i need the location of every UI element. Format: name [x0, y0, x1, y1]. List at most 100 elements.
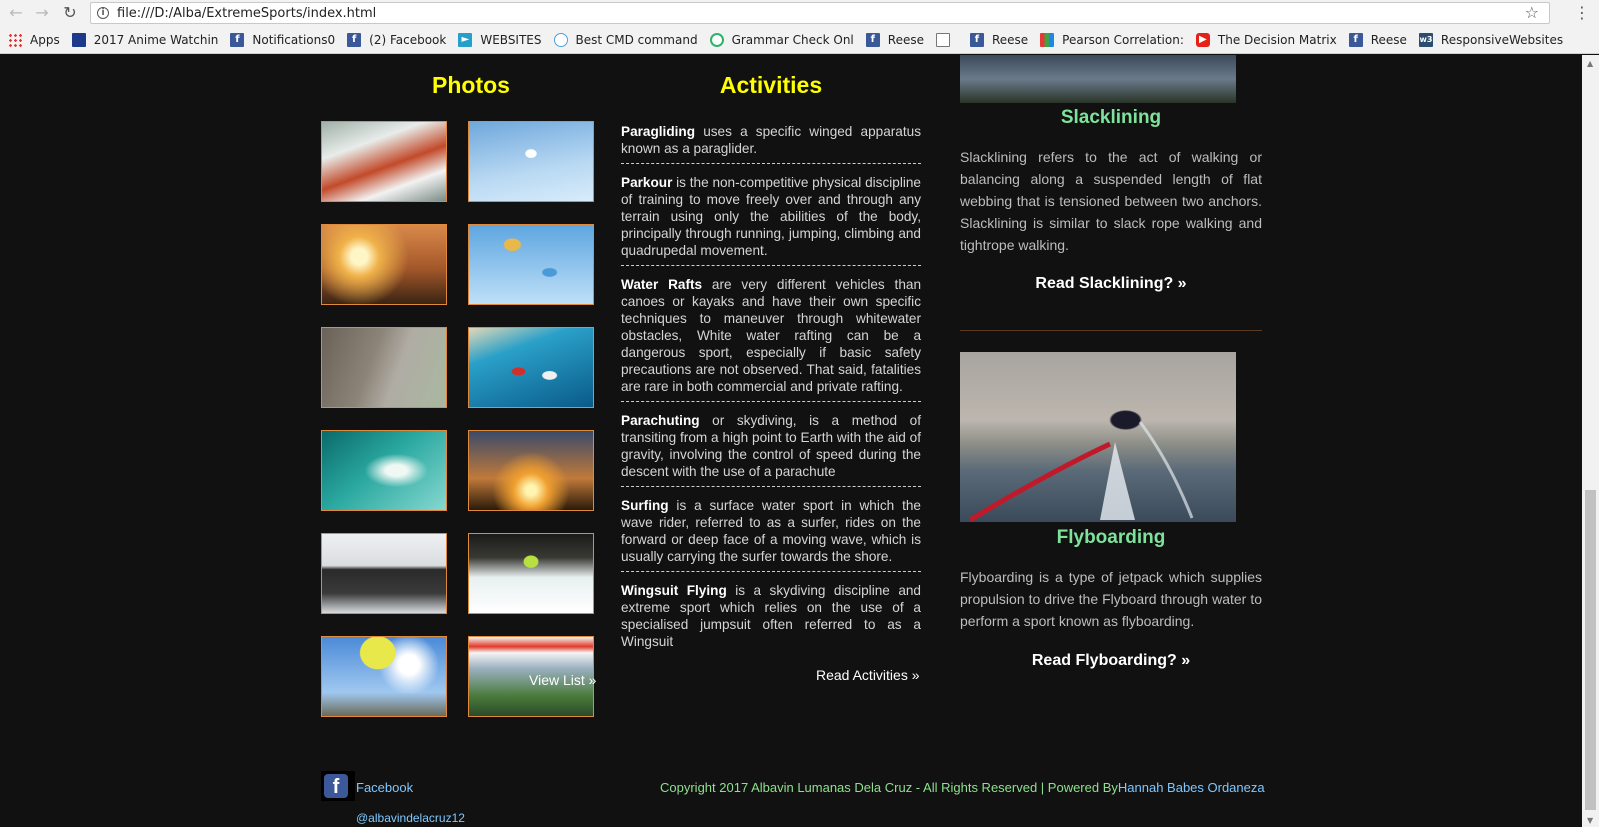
cyclists-photo[interactable] [321, 533, 447, 614]
activity-wingsuit-flying: Wingsuit Flying is a skydiving disciplin… [621, 580, 921, 656]
youtube-icon: ▶ [1195, 33, 1210, 47]
info-icon[interactable]: i [97, 7, 109, 19]
bookmark-label: Reese [1370, 33, 1407, 47]
chart-icon [1040, 33, 1055, 47]
activity-paragliding: Paragliding uses a specific winged appar… [621, 121, 921, 164]
browser-menu-icon[interactable]: ⋮ [1574, 3, 1590, 22]
bookmark-facebook[interactable]: f (2) Facebook [347, 33, 446, 47]
bookmark-label: Best CMD command [575, 33, 698, 47]
browser-toolbar: ← → ↻ i file:///D:/Alba/ExtremeSports/in… [0, 0, 1599, 26]
bookmark-grammar[interactable]: Grammar Check Onl [709, 33, 854, 47]
bookmark-reese-2[interactable]: f Reese [969, 33, 1029, 47]
hiker-sunset-photo[interactable] [321, 224, 447, 305]
facebook-footer-badge[interactable]: f [321, 771, 355, 801]
jump-sunset-photo[interactable] [468, 430, 594, 511]
flyboarding-title: Flyboarding [1056, 527, 1166, 548]
back-arrow-icon[interactable]: ← [6, 3, 26, 23]
bookmark-reese-3[interactable]: f Reese [1348, 33, 1407, 47]
flyboarding-description: Flyboarding is a type of jetpack which s… [960, 569, 1262, 629]
kayak-waterfall-photo[interactable] [468, 533, 594, 614]
w3-icon: w3 [1418, 33, 1433, 47]
facebook-icon: f [230, 33, 245, 47]
activity-water-rafts: Water Rafts are very different vehicles … [621, 274, 921, 402]
bookmark-apps[interactable]: Apps [8, 33, 60, 47]
bookmark-label: 2017 Anime Watchin [93, 33, 219, 47]
bookmark-reese-1[interactable]: f Reese [865, 33, 924, 47]
facebook-icon: f [347, 33, 362, 47]
page-scrollbar[interactable]: ▲ ▼ [1582, 55, 1599, 827]
rock-climbing-photo[interactable] [321, 327, 447, 408]
bookmark-websites[interactable]: ► WEBSITES [458, 33, 542, 47]
bookmark-decision-matrix[interactable]: ▶ The Decision Matrix [1195, 33, 1337, 47]
copyright-main: Copyright 2017 Albavin Lumanas Dela Cruz… [660, 780, 1118, 795]
bookmark-label: Notifications0 [252, 33, 336, 47]
facebook-icon: f [865, 33, 880, 47]
rafting-photo[interactable] [321, 121, 447, 202]
read-activities-link[interactable]: Read Activities » [816, 667, 920, 683]
activity-name: Water Rafts [621, 277, 703, 292]
parachutes-photo[interactable] [468, 224, 594, 305]
activity-parkour: Parkour is the non-competitive physical … [621, 172, 921, 266]
activity-text: are very different vehicles than canoes … [621, 277, 922, 394]
bookmark-label: WEBSITES [480, 33, 542, 47]
bookmark-label: Pearson Correlation: [1062, 33, 1184, 47]
bookmark-pearson[interactable]: Pearson Correlation: [1040, 33, 1184, 47]
activity-name: Paragliding [621, 124, 696, 139]
bookmark-anime[interactable]: 2017 Anime Watchin [71, 33, 219, 47]
facebook-link[interactable]: Facebook [356, 780, 413, 795]
activity-surfing: Surfing is a surface water sport in whic… [621, 495, 921, 572]
activity-name: Surfing [621, 498, 669, 513]
address-bar[interactable]: i file:///D:/Alba/ExtremeSports/index.ht… [90, 2, 1550, 24]
sirl-icon [71, 33, 86, 47]
forward-arrow-icon[interactable]: → [32, 3, 52, 23]
slacklining-title: Slacklining [1060, 107, 1162, 128]
bookmark-document[interactable] [935, 33, 958, 47]
activities-heading: Activities [719, 72, 823, 98]
slacklining-image [960, 55, 1236, 103]
bookmarks-bar: Apps 2017 Anime Watchin f Notifications0 … [0, 29, 1599, 51]
bookmark-label: Reese [991, 33, 1029, 47]
scroll-thumb[interactable] [1585, 490, 1596, 810]
reload-icon[interactable]: ↻ [60, 3, 80, 23]
bookmark-label: Apps [30, 33, 60, 47]
activity-name: Wingsuit Flying [621, 583, 727, 598]
bookmark-notifications[interactable]: f Notifications0 [230, 33, 335, 47]
activity-name: Parachuting [621, 413, 700, 428]
bookmark-cmd[interactable]: Best CMD command [553, 33, 698, 47]
activity-name: Parkour [621, 175, 673, 190]
bookmark-label: ResponsiveWebsites [1440, 33, 1564, 47]
photos-heading: Photos [432, 72, 510, 98]
bookmark-responsive[interactable]: w3 ResponsiveWebsites [1418, 33, 1564, 47]
browser-chrome: ← → ↻ i file:///D:/Alba/ExtremeSports/in… [0, 0, 1599, 54]
flyboard-spray [968, 421, 1194, 522]
cmd-icon [553, 33, 568, 47]
bookmark-label: Grammar Check Onl [731, 33, 854, 47]
scroll-up-arrow-icon[interactable]: ▲ [1587, 59, 1593, 68]
grammar-icon [709, 33, 724, 47]
activity-parachuting: Parachuting or skydiving, is a method of… [621, 410, 921, 487]
powered-by-name: Hannah Babes Ordaneza [1117, 780, 1265, 795]
read-flyboarding-link[interactable]: Read Flyboarding? » [960, 652, 1262, 670]
wingsuit-photo[interactable] [468, 327, 594, 408]
bookmark-label: The Decision Matrix [1217, 33, 1337, 47]
view-list-link[interactable]: View List » [529, 672, 596, 688]
bookmark-star-icon[interactable]: ☆ [1525, 3, 1539, 22]
flyboarding-image [960, 352, 1236, 522]
facebook-icon: f [1348, 33, 1363, 47]
apps-grid-icon [8, 33, 22, 47]
scroll-down-arrow-icon[interactable]: ▼ [1587, 816, 1593, 825]
facebook-icon: f [324, 774, 348, 798]
address-url[interactable]: file:///D:/Alba/ExtremeSports/index.html [117, 6, 376, 21]
paraglider-photo[interactable] [321, 636, 447, 717]
websites-icon: ► [458, 33, 473, 47]
read-slacklining-link[interactable]: Read Slacklining? » [960, 275, 1262, 293]
section-divider [960, 330, 1262, 331]
bookmark-label: (2) Facebook [369, 33, 447, 47]
slacklining-description: Slacklining refers to the act of walking… [960, 149, 1262, 253]
bookmark-label: Reese [887, 33, 924, 47]
hang-gliding-photo[interactable] [468, 121, 594, 202]
surfing-photo[interactable] [321, 430, 447, 511]
facebook-icon: f [969, 33, 984, 47]
document-icon [935, 33, 950, 47]
facebook-handle[interactable]: @albavindelacruz12 [356, 811, 465, 825]
